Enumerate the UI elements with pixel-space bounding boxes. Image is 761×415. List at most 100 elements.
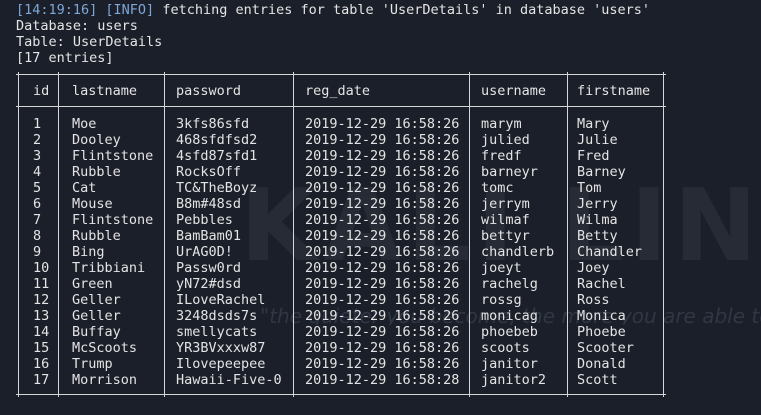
- table-corner-plus: [565, 392, 570, 397]
- cell-id: 13: [33, 308, 50, 324]
- cell-password: yN72#dsd: [176, 276, 242, 292]
- cell-firstname: Scooter: [577, 340, 634, 356]
- table-corner-plus: [16, 72, 21, 77]
- cell-reg-date: 2019-12-29 16:58:26: [305, 116, 460, 132]
- cell-reg-date: 2019-12-29 16:58:26: [305, 164, 460, 180]
- cell-lastname: Flintstone: [72, 148, 154, 164]
- table-corner-plus: [467, 104, 472, 109]
- cell-firstname: Rachel: [577, 276, 626, 292]
- cell-reg-date: 2019-12-29 16:58:28: [305, 372, 460, 388]
- cell-reg-date: 2019-12-29 16:58:26: [305, 180, 460, 196]
- table-line: Table: UserDetails: [16, 34, 163, 50]
- cell-reg-date: 2019-12-29 16:58:26: [305, 132, 460, 148]
- cell-reg-date: 2019-12-29 16:58:26: [305, 244, 460, 260]
- cell-id: 12: [33, 292, 50, 308]
- log-timestamp: [14:19:16]: [16, 2, 98, 18]
- table-corner-plus: [291, 104, 296, 109]
- cell-lastname: Dooley: [72, 132, 121, 148]
- cell-lastname: Mouse: [72, 196, 113, 212]
- terminal-output: [14:19:16] [INFO] fetching entries for t…: [0, 0, 761, 415]
- cell-reg-date: 2019-12-29 16:58:26: [305, 228, 460, 244]
- cell-firstname: Donald: [577, 356, 626, 372]
- table-corner-plus: [162, 72, 167, 77]
- cell-firstname: Tom: [577, 180, 602, 196]
- table-corner-plus: [661, 392, 666, 397]
- cell-reg-date: 2019-12-29 16:58:26: [305, 196, 460, 212]
- cell-id: 11: [33, 276, 50, 292]
- cell-username: janitor2: [481, 372, 547, 388]
- cell-firstname: Phoebe: [577, 324, 626, 340]
- cell-firstname: Julie: [577, 132, 618, 148]
- column-header-reg-date: reg_date: [305, 83, 371, 99]
- cell-username: jerrym: [481, 196, 530, 212]
- cell-id: 15: [33, 340, 50, 356]
- cell-id: 1: [33, 116, 42, 132]
- cell-reg-date: 2019-12-29 16:58:26: [305, 308, 460, 324]
- table-column-divider: [58, 74, 59, 394]
- cell-password: B8m#48sd: [176, 196, 242, 212]
- cell-reg-date: 2019-12-29 16:58:26: [305, 276, 460, 292]
- cell-reg-date: 2019-12-29 16:58:26: [305, 148, 460, 164]
- database-line: Database: users: [16, 18, 138, 34]
- cell-firstname: Monica: [577, 308, 626, 324]
- cell-reg-date: 2019-12-29 16:58:26: [305, 340, 460, 356]
- table-corner-plus: [467, 72, 472, 77]
- table-corner-plus: [16, 392, 21, 397]
- cell-firstname: Barney: [577, 164, 626, 180]
- table-corner-plus: [162, 392, 167, 397]
- cell-id: 2: [33, 132, 42, 148]
- table-corner-plus: [56, 392, 61, 397]
- entries-count-line: [17 entries]: [16, 50, 114, 66]
- cell-id: 16: [33, 356, 50, 372]
- cell-firstname: Jerry: [577, 196, 618, 212]
- cell-firstname: Ross: [577, 292, 610, 308]
- cell-password: ILoveRachel: [176, 292, 266, 308]
- cell-password: BamBam01: [176, 228, 242, 244]
- table-corner-plus: [56, 104, 61, 109]
- cell-lastname: Bing: [72, 244, 105, 260]
- cell-id: 8: [33, 228, 42, 244]
- cell-password: Ilovepeepee: [176, 356, 266, 372]
- cell-username: rossg: [481, 292, 522, 308]
- cell-username: rachelg: [481, 276, 538, 292]
- cell-id: 9: [33, 244, 42, 260]
- table-corner-plus: [56, 72, 61, 77]
- table-column-divider: [293, 74, 294, 394]
- cell-lastname: Moe: [72, 116, 97, 132]
- column-header-password: password: [176, 83, 242, 99]
- cell-id: 10: [33, 260, 50, 276]
- cell-reg-date: 2019-12-29 16:58:26: [305, 356, 460, 372]
- cell-password: 3kfs86sfd: [176, 116, 250, 132]
- column-header-lastname: lastname: [72, 83, 138, 99]
- log-level: [INFO]: [105, 2, 155, 18]
- cell-lastname: Geller: [72, 308, 121, 324]
- cell-firstname: Mary: [577, 116, 610, 132]
- cell-lastname: Trump: [72, 356, 113, 372]
- log-message: fetching entries for table 'UserDetails'…: [162, 2, 651, 18]
- cell-password: YR3BVxxxw87: [176, 340, 266, 356]
- table-column-divider: [164, 74, 165, 394]
- cell-username: julied: [481, 132, 530, 148]
- cell-username: phoebeb: [481, 324, 538, 340]
- cell-password: Pebbles: [176, 212, 233, 228]
- column-header-username: username: [481, 83, 547, 99]
- cell-lastname: Buffay: [72, 324, 121, 340]
- cell-id: 5: [33, 180, 42, 196]
- table-corner-plus: [565, 72, 570, 77]
- cell-lastname: Morrison: [72, 372, 138, 388]
- cell-id: 14: [33, 324, 50, 340]
- cell-password: RocksOff: [176, 164, 242, 180]
- table-column-divider: [567, 74, 568, 394]
- cell-username: wilmaf: [481, 212, 530, 228]
- cell-username: joeyt: [481, 260, 522, 276]
- cell-username: barneyr: [481, 164, 538, 180]
- cell-password: 468sfdfsd2: [176, 132, 258, 148]
- cell-firstname: Wilma: [577, 212, 618, 228]
- cell-reg-date: 2019-12-29 16:58:26: [305, 324, 460, 340]
- table-corner-plus: [661, 104, 666, 109]
- table-column-divider: [663, 74, 664, 394]
- cell-username: scoots: [481, 340, 530, 356]
- cell-id: 7: [33, 212, 42, 228]
- table-corner-plus: [467, 392, 472, 397]
- cell-username: marym: [481, 116, 522, 132]
